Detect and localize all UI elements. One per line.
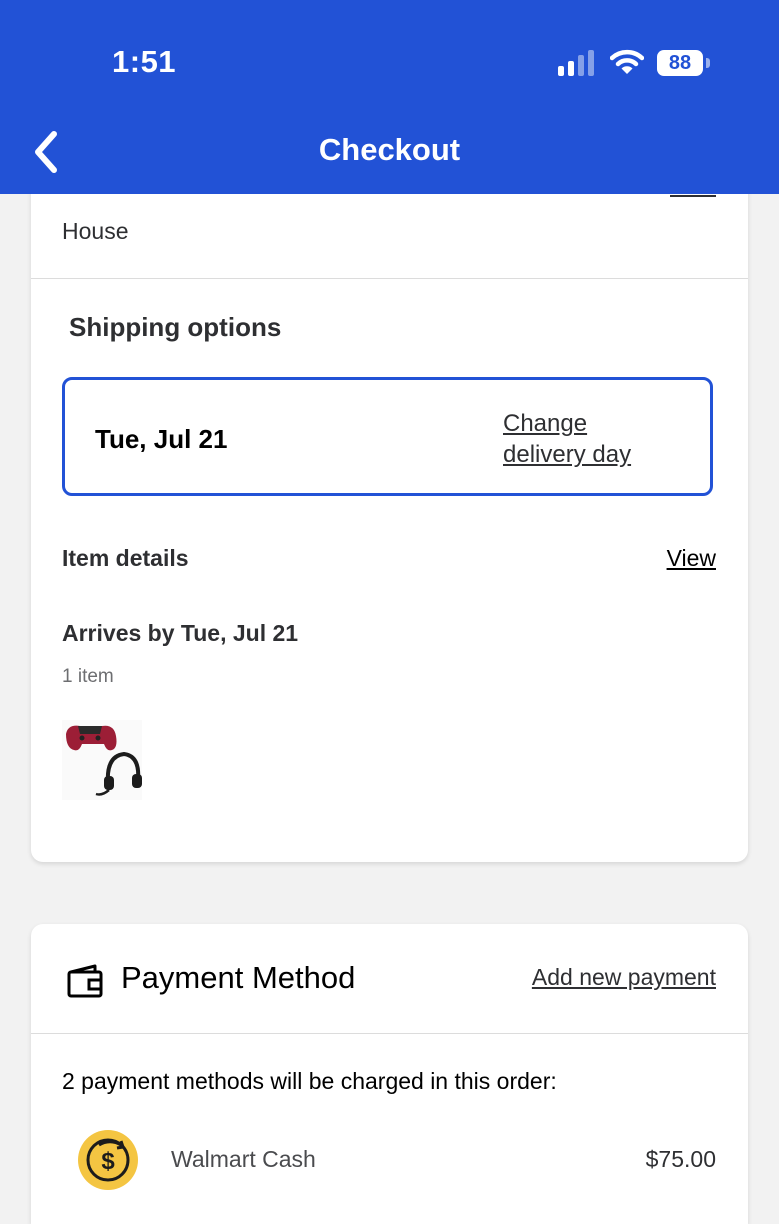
item-details-title: Item details [62,545,189,571]
delivery-option-selected[interactable]: Tue, Jul 21 Change delivery day [62,377,713,496]
add-new-payment-link[interactable]: Add new payment [532,964,716,991]
change-link-line1[interactable]: Change [503,408,631,439]
view-items-link[interactable]: View [667,545,716,572]
payment-method-label: Walmart Cash [171,1146,316,1172]
status-time: 1:51 [112,44,177,79]
wifi-icon [610,49,644,74]
item-count: 1 item [62,666,114,687]
shipping-options-title: Shipping options [69,312,282,342]
walmart-cash-icon: $ [78,1130,138,1190]
battery-indicator: 88 [657,50,703,76]
shipping-card: House Shipping options Tue, Jul 21 Chang… [31,180,748,862]
top-header: 1:51 88 Checkout [0,0,779,194]
arrives-by-text: Arrives by Tue, Jul 21 [62,620,299,646]
payment-method-amount: $75.00 [645,1146,716,1172]
change-link-line2[interactable]: delivery day [503,439,631,470]
cellular-signal-icon [558,50,594,76]
edit-address-link-underline[interactable] [670,195,716,197]
divider [31,1033,748,1034]
divider [31,278,748,279]
svg-text:$: $ [101,1148,115,1175]
address-type: House [62,218,129,244]
payment-header: Payment Method Add new payment [31,924,748,1034]
page-title: Checkout [318,132,461,167]
payment-order-note: 2 payment methods will be charged in thi… [62,1068,557,1094]
payment-method-title: Payment Method [121,960,356,995]
delivery-date: Tue, Jul 21 [95,424,228,454]
battery-nub [706,58,710,68]
product-thumbnail[interactable] [62,720,142,800]
change-delivery-day-link[interactable]: Change delivery day [503,408,631,470]
wallet-icon [67,964,103,998]
payment-card: Payment Method Add new payment 2 payment… [31,924,748,1224]
